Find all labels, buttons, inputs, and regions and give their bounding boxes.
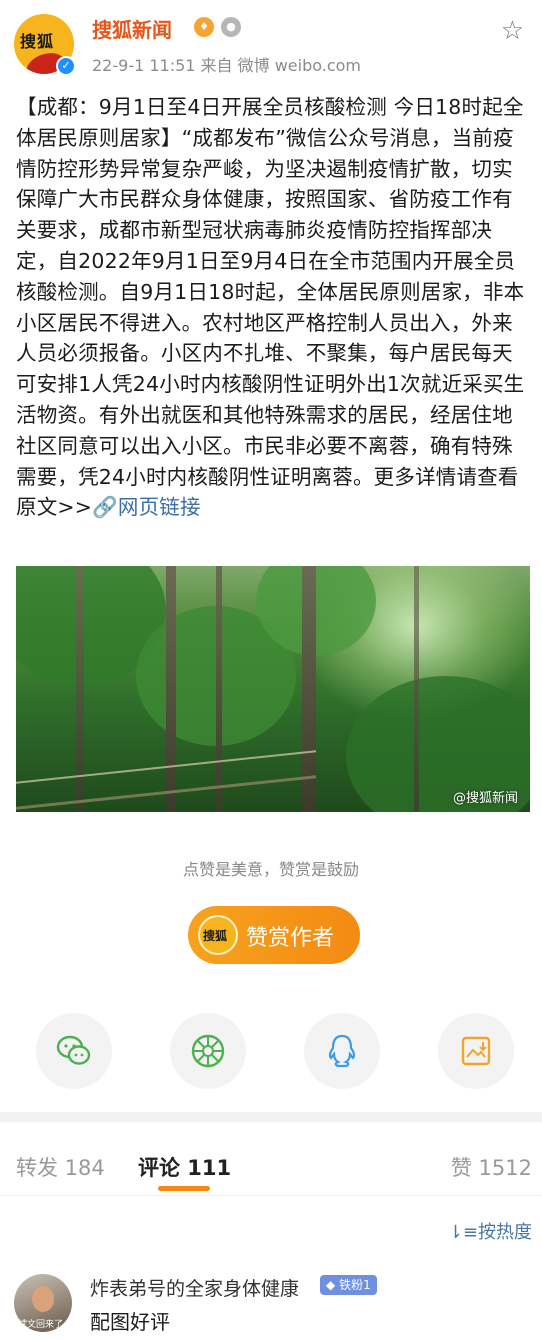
sohu-logo-icon: 搜狐 bbox=[198, 915, 238, 955]
post-text: 【成都：9月1日至4日开展全员核酸检测 今日18时起全体居民原则居家】“成都发布… bbox=[16, 95, 525, 520]
active-tab-indicator bbox=[158, 1186, 210, 1191]
comment-item: 斌文回来了 炸表弟号的全家身体健康 ◆ 铁粉1 配图好评 bbox=[0, 1262, 542, 1340]
commenter-name[interactable]: 炸表弟号的全家身体健康 bbox=[90, 1274, 299, 1301]
reward-author-button[interactable]: 搜狐 赞赏作者 bbox=[188, 906, 360, 964]
diamond-icon: ◆ bbox=[326, 1278, 336, 1292]
image-watermark: @搜狐新闻 bbox=[452, 791, 518, 806]
wechat-icon bbox=[56, 1035, 91, 1065]
save-image-button[interactable] bbox=[438, 1013, 514, 1089]
sort-icon: ⇂≡ bbox=[447, 1222, 478, 1243]
author-avatar[interactable]: 搜狐 ✓ bbox=[14, 14, 76, 76]
medal-icon: ♦ bbox=[194, 17, 214, 37]
share-wechat-button[interactable] bbox=[36, 1013, 112, 1089]
moments-icon bbox=[191, 1034, 225, 1068]
reward-button-label: 赞赏作者 bbox=[246, 926, 335, 951]
avatar-caption: 斌文回来了 bbox=[18, 1320, 64, 1330]
save-image-icon bbox=[461, 1036, 491, 1066]
interaction-tabs: 转发 184 评论 111 赞 1512 bbox=[0, 1122, 542, 1196]
reward-hint: 点赞是美意，赞赏是鼓励 bbox=[182, 860, 359, 879]
section-divider bbox=[0, 1112, 542, 1122]
sort-button[interactable]: ⇂≡按热度 bbox=[448, 1218, 532, 1244]
qq-icon bbox=[328, 1034, 356, 1068]
favorite-star-icon[interactable]: ☆ bbox=[501, 16, 524, 46]
tab-comments[interactable]: 评论 111 bbox=[138, 1152, 231, 1182]
link-icon: 🔗 bbox=[92, 495, 118, 520]
fan-badge: ◆ 铁粉1 bbox=[320, 1275, 377, 1295]
rank-badge-icon: ● bbox=[221, 17, 241, 37]
commenter-avatar[interactable]: 斌文回来了 bbox=[14, 1274, 72, 1332]
share-row bbox=[0, 1013, 542, 1089]
avatar-logo-text: 搜狐 bbox=[20, 32, 55, 51]
web-link[interactable]: 🔗网页链接 bbox=[92, 495, 201, 519]
author-name[interactable]: 搜狐新闻 bbox=[92, 14, 172, 43]
tab-repost[interactable]: 转发 184 bbox=[16, 1152, 105, 1182]
post-content: 【成都：9月1日至4日开展全员核酸检测 今日18时起全体居民原则居家】“成都发布… bbox=[16, 92, 530, 523]
post-image[interactable]: @搜狐新闻 bbox=[16, 566, 530, 812]
post-header: 搜狐 ✓ 搜狐新闻 ♦ ● 22-9-1 11:51 来自 微博 weibo.c… bbox=[0, 0, 542, 90]
tab-likes[interactable]: 赞 1512 bbox=[451, 1152, 532, 1182]
comment-text: 配图好评 bbox=[90, 1310, 170, 1334]
post-meta: 22-9-1 11:51 来自 微博 weibo.com bbox=[92, 56, 362, 75]
share-qq-button[interactable] bbox=[304, 1013, 380, 1089]
verified-icon: ✓ bbox=[56, 56, 76, 76]
share-moments-button[interactable] bbox=[170, 1013, 246, 1089]
